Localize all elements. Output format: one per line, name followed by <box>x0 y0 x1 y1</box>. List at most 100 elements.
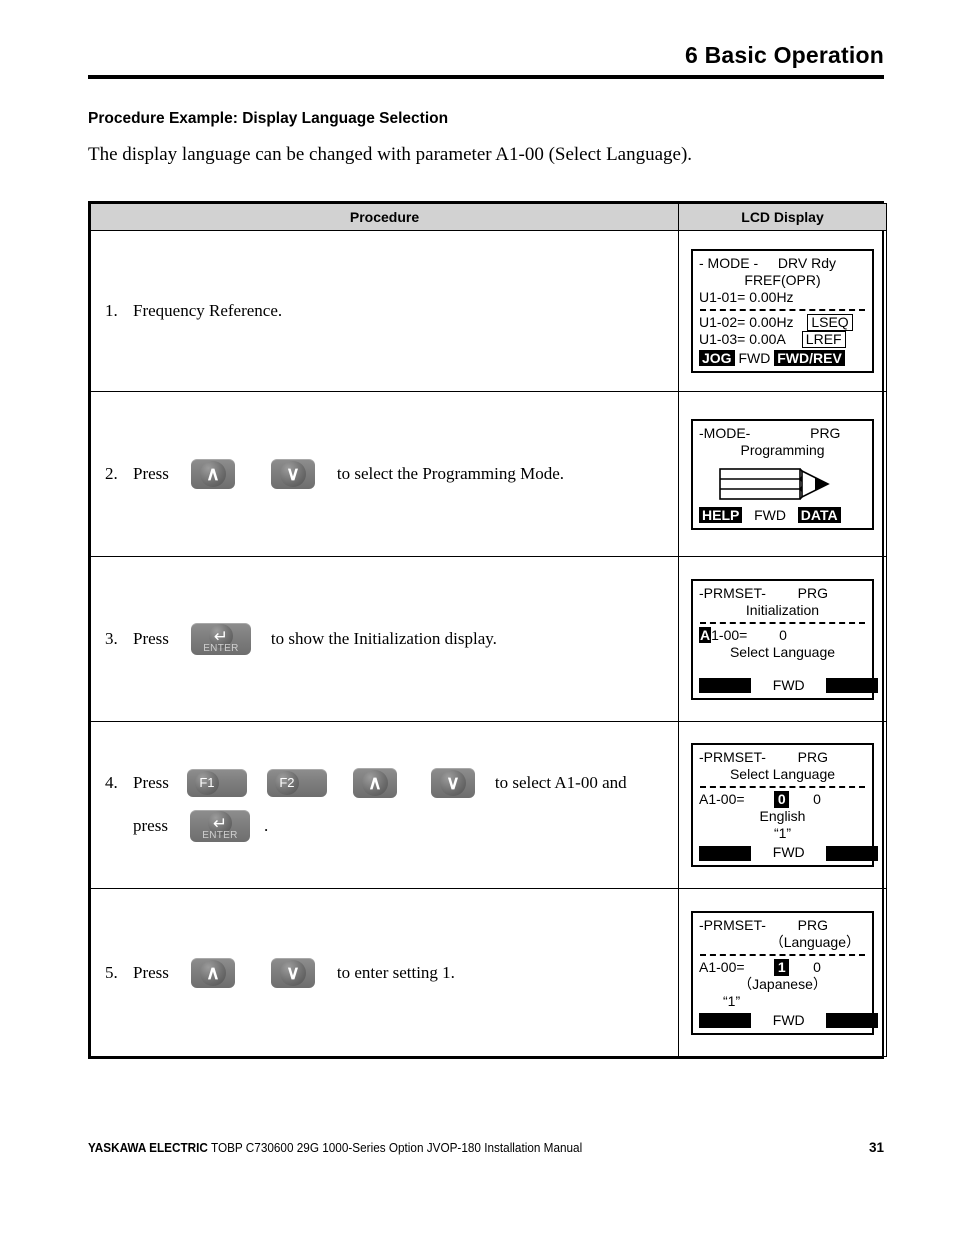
procedure-cell: 1. Frequency Reference. <box>90 230 679 392</box>
lcd-param-desc: Select Language <box>729 643 836 660</box>
table-row: 2. Press ∧ ∨ to select the Programming M… <box>90 391 887 557</box>
down-arrow-icon: ∨ <box>285 464 300 485</box>
lcd-mode-state: PRG <box>797 584 829 601</box>
step-line: 5. Press ∧ ∨ to enter setting 1. <box>91 957 678 988</box>
f1-icon: F1 <box>199 775 215 790</box>
lcd-cell: -MODE- PRG Programming HELP FWD DATA <box>678 391 887 557</box>
lcd-mode-state: DRV Rdy <box>777 255 836 271</box>
lcd-panel-1: - MODE - DRV Rdy FREF(OPR) U1-01= 0.00Hz… <box>691 249 874 373</box>
step-text: Press <box>133 962 169 982</box>
table-row: 1. Frequency Reference. - MODE - DRV Rdy… <box>90 230 887 392</box>
footer-text: YASKAWA ELECTRIC TOBP C730600 29G 1000-S… <box>88 1141 582 1155</box>
step-text: Press <box>133 629 169 648</box>
lcd-direction: FWD <box>772 1011 805 1028</box>
step-line-2: press ↵ ENTER . <box>91 810 678 842</box>
lcd-param-value: 0 <box>779 626 787 643</box>
enter-button[interactable]: ↵ ENTER <box>189 810 250 842</box>
lcd-param-desc: English <box>759 808 806 824</box>
lcd-line: （Language） <box>769 933 860 950</box>
lcd-softkey-left-block <box>699 678 751 694</box>
lcd-direction: FWD <box>772 676 805 693</box>
lcd-line: Initialization <box>745 601 820 618</box>
lcd-param-name: A1-00= <box>699 958 745 975</box>
enter-button[interactable]: ↵ ENTER <box>190 623 251 655</box>
step-line: 3. Press ↵ ENTER to show the Initializat… <box>91 623 678 655</box>
lcd-param-value: 0 <box>813 791 821 807</box>
lcd-mode-label: -PRMSET- <box>699 584 766 601</box>
intro-paragraph: The display language can be changed with… <box>88 144 693 165</box>
lcd-mode-state: PRG <box>797 916 829 933</box>
lcd-panel-5: -PRMSET- PRG （Language） A1-00= 1 0 （Japa… <box>691 910 879 1035</box>
lcd-softkey-left-block <box>699 845 751 861</box>
step-number: 4. <box>105 773 118 792</box>
lcd-softkey-right-block <box>826 1013 879 1029</box>
lcd-softkey-right: DATA <box>797 506 841 523</box>
lcd-direction: FWD <box>754 506 787 523</box>
down-arrow-icon: ∨ <box>445 773 460 794</box>
up-arrow-button[interactable]: ∧ <box>190 459 235 489</box>
step-text-press: press <box>133 816 168 835</box>
manual-page: 6 Basic Operation Procedure Example: Dis… <box>0 0 954 1240</box>
lcd-param-line: A1-00= 0 <box>699 626 866 644</box>
lcd-badge-lref: LREF <box>801 331 846 348</box>
lcd-softkey-row: HELP FWD DATA <box>699 506 866 524</box>
down-arrow-button[interactable]: ∨ <box>270 957 315 988</box>
procedure-cell: 5. Press ∧ ∨ to enter setting 1. <box>90 888 679 1057</box>
down-arrow-button[interactable]: ∨ <box>270 459 315 489</box>
down-arrow-icon: ∨ <box>285 962 300 984</box>
enter-label: ENTER <box>203 643 239 654</box>
lcd-direction: FWD <box>738 350 771 366</box>
step-text-after: to select the Programming Mode. <box>336 464 564 483</box>
step-number: 3. <box>105 629 118 648</box>
f1-button[interactable]: F1 <box>186 769 247 797</box>
f2-button[interactable]: F2 <box>266 769 327 797</box>
lcd-param-value: 0 <box>813 958 821 975</box>
up-arrow-icon: ∧ <box>205 464 220 485</box>
lcd-line: Programming <box>740 441 825 458</box>
lcd-mode-label: -PRMSET- <box>699 916 766 933</box>
lcd-cell: -PRMSET- PRG Select Language A1-00= 0 0 … <box>678 721 887 889</box>
pencil-icon <box>718 467 830 500</box>
lcd-softkey-left-block <box>699 1013 751 1029</box>
lcd-monitor-u103: U1-03= 0.00A <box>699 331 786 347</box>
procedure-cell: 2. Press ∧ ∨ to select the Programming M… <box>90 391 679 557</box>
up-arrow-icon: ∧ <box>367 773 382 794</box>
lcd-divider <box>700 621 865 624</box>
lcd-direction: FWD <box>772 844 805 860</box>
lcd-mode-label: -MODE- <box>699 424 751 441</box>
lcd-param-quote: “1” <box>773 825 792 841</box>
lcd-line: Select Language <box>729 766 836 782</box>
table-row: 4. Press F1 F2 ∧ ∨ to select A1-00 and p… <box>90 721 887 889</box>
up-arrow-button[interactable]: ∧ <box>352 768 397 798</box>
lcd-param-desc: （Japanese） <box>738 975 827 992</box>
up-arrow-button[interactable]: ∧ <box>190 957 235 988</box>
step-text: Press <box>133 464 169 483</box>
lcd-softkey-row: FWD <box>699 844 879 861</box>
step-number: 1. <box>105 301 118 320</box>
step-line: 4. Press F1 F2 ∧ ∨ to select A1-00 and <box>91 768 678 798</box>
lcd-divider <box>700 309 865 311</box>
lcd-param-selected: 0 <box>774 791 790 808</box>
lcd-divider <box>700 953 865 956</box>
lcd-cell: -PRMSET- PRG （Language） A1-00= 1 0 （Japa… <box>678 888 887 1057</box>
lcd-panel-3: -PRMSET- PRG Initialization A1-00= 0 Sel… <box>691 578 879 700</box>
col-header-lcd: LCD Display <box>678 203 887 231</box>
lcd-panel-4: -PRMSET- PRG Select Language A1-00= 0 0 … <box>691 743 879 867</box>
lcd-param-name: A1-00= <box>699 791 745 807</box>
lcd-softkey-row: JOG FWD FWD/REV <box>699 350 866 367</box>
lcd-param-line: A1-00= 0 0 <box>699 791 866 808</box>
down-arrow-button[interactable]: ∨ <box>430 768 475 798</box>
lcd-softkey-right-block <box>826 845 879 861</box>
lcd-softkey-left: HELP <box>699 506 743 523</box>
lcd-line: -MODE- PRG <box>699 425 866 442</box>
procedure-cell: 4. Press F1 F2 ∧ ∨ to select A1-00 and p… <box>90 721 679 889</box>
step-text-period: . <box>263 816 269 835</box>
lcd-mode-state: PRG <box>810 424 841 441</box>
header-rule <box>88 75 884 79</box>
procedure-cell: 3. Press ↵ ENTER to show the Initializat… <box>90 556 679 722</box>
footer-doc: TOBP C730600 29G 1000-Series Option JVOP… <box>210 1141 583 1155</box>
table-header-row: Procedure LCD Display <box>90 203 887 231</box>
lcd-softkey-row: FWD <box>699 1011 879 1029</box>
lcd-mode-label: - MODE - <box>699 255 759 271</box>
lcd-monitor-u102: U1-02= 0.00Hz <box>699 314 794 330</box>
